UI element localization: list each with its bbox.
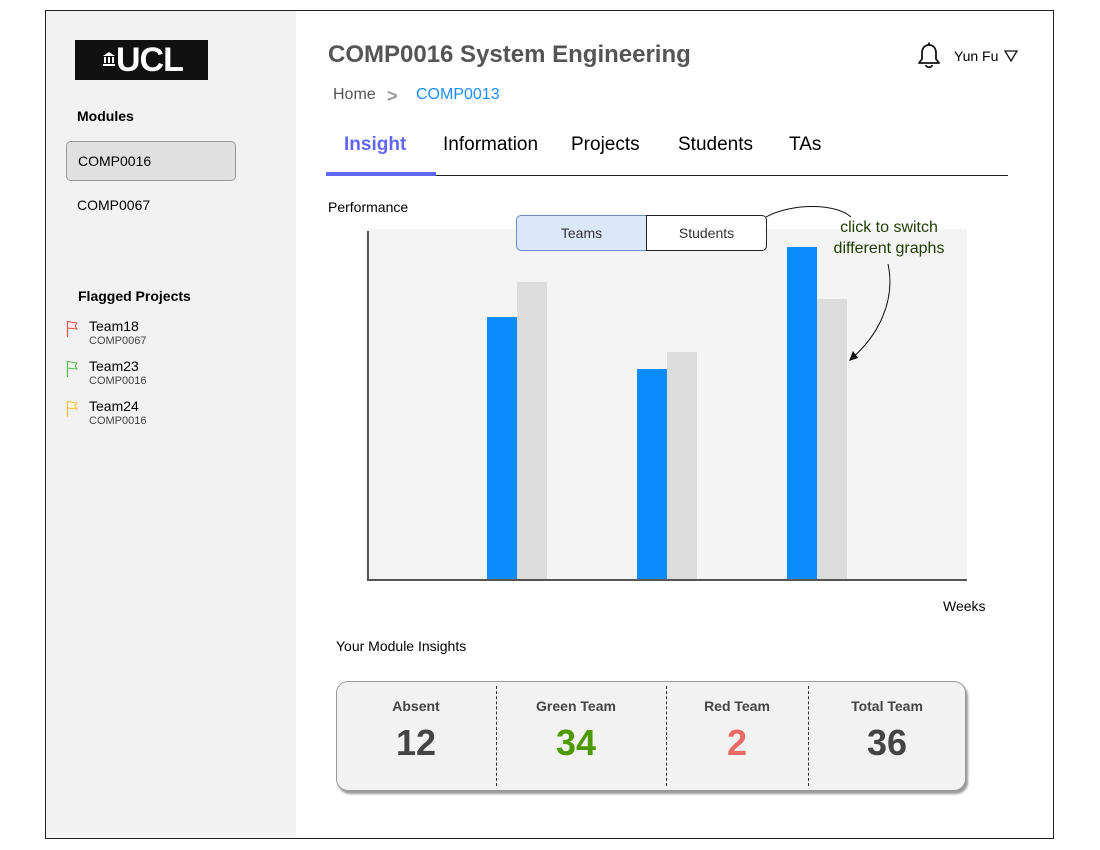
stat-label: Green Team bbox=[536, 698, 616, 714]
active-tab-indicator bbox=[326, 172, 436, 176]
chart-x-label: Weeks bbox=[943, 598, 986, 614]
chart-bar bbox=[517, 281, 547, 579]
chart-y-axis bbox=[367, 231, 369, 581]
app-frame: UCL Modules COMP0016 COMP0067 Flagged Pr… bbox=[45, 10, 1054, 839]
breadcrumb-home[interactable]: Home bbox=[333, 86, 376, 104]
insights-label: Your Module Insights bbox=[336, 638, 467, 654]
tab-information[interactable]: Information bbox=[443, 134, 538, 156]
breadcrumb-current[interactable]: COMP0013 bbox=[416, 86, 500, 104]
flag-icon bbox=[66, 320, 78, 337]
flagged-team-module: COMP0016 bbox=[89, 415, 147, 427]
tab-students[interactable]: Students bbox=[678, 134, 753, 156]
flagged-project-item[interactable]: Team24 COMP0016 bbox=[66, 398, 266, 432]
performance-label: Performance bbox=[328, 199, 409, 215]
toggle-teams-button[interactable]: Teams bbox=[516, 215, 647, 251]
module-item-comp0067[interactable]: COMP0067 bbox=[66, 186, 236, 226]
graph-toggle: Teams Students bbox=[516, 215, 767, 251]
ucl-logo[interactable]: UCL bbox=[75, 40, 208, 80]
user-name: Yun Fu bbox=[954, 48, 999, 64]
chart-bar bbox=[817, 299, 847, 579]
annotation-note: click to switch different graphs bbox=[833, 219, 945, 257]
flagged-team-name: Team18 bbox=[89, 318, 139, 334]
breadcrumb-separator-icon: > bbox=[387, 86, 398, 106]
modules-heading: Modules bbox=[77, 108, 134, 124]
sidebar: UCL Modules COMP0016 COMP0067 Flagged Pr… bbox=[46, 11, 296, 838]
flagged-project-item[interactable]: Team23 COMP0016 bbox=[66, 358, 266, 392]
stat-total-team: Total Team 36 bbox=[809, 682, 965, 790]
bell-icon[interactable] bbox=[916, 42, 942, 70]
flagged-team-module: COMP0067 bbox=[89, 335, 147, 347]
stat-value: 36 bbox=[866, 722, 908, 763]
logo-text: UCL bbox=[116, 41, 184, 79]
stat-label: Red Team bbox=[704, 698, 770, 714]
flagged-team-name: Team24 bbox=[89, 398, 139, 414]
chart-bar bbox=[787, 246, 817, 579]
flagged-team-name: Team23 bbox=[89, 358, 139, 374]
stat-label: Total Team bbox=[851, 698, 923, 714]
flag-icon bbox=[66, 400, 78, 417]
stat-green-team: Green Team 34 bbox=[497, 682, 655, 790]
stat-value: 2 bbox=[726, 722, 748, 763]
flagged-projects-heading: Flagged Projects bbox=[78, 288, 191, 304]
flagged-project-item[interactable]: Team18 COMP0067 bbox=[66, 318, 266, 352]
chart-x-axis bbox=[367, 579, 967, 581]
page-title: COMP0016 System Engineering bbox=[328, 41, 691, 68]
stat-value: 12 bbox=[395, 722, 437, 763]
chevron-down-icon[interactable] bbox=[1004, 50, 1018, 62]
stat-label: Absent bbox=[392, 698, 440, 714]
insights-panel: Absent 12 Green Team 34 Red Team 2 Total… bbox=[336, 681, 966, 791]
flagged-team-module: COMP0016 bbox=[89, 375, 147, 387]
tab-tas[interactable]: TAs bbox=[789, 134, 821, 156]
portico-icon bbox=[103, 52, 115, 66]
toggle-students-button[interactable]: Students bbox=[646, 215, 767, 251]
stat-value: 34 bbox=[555, 722, 597, 763]
stat-red-team: Red Team 2 bbox=[667, 682, 807, 790]
chart-bar bbox=[637, 369, 667, 579]
tab-projects[interactable]: Projects bbox=[571, 134, 640, 156]
chart-bar bbox=[487, 316, 517, 579]
chart-bar bbox=[667, 351, 697, 579]
tab-insight[interactable]: Insight bbox=[344, 134, 406, 156]
stat-absent: Absent 12 bbox=[337, 682, 495, 790]
flag-icon bbox=[66, 360, 78, 377]
tab-bar: Insight Information Projects Students TA… bbox=[326, 131, 1008, 176]
module-item-comp0016[interactable]: COMP0016 bbox=[66, 141, 236, 181]
